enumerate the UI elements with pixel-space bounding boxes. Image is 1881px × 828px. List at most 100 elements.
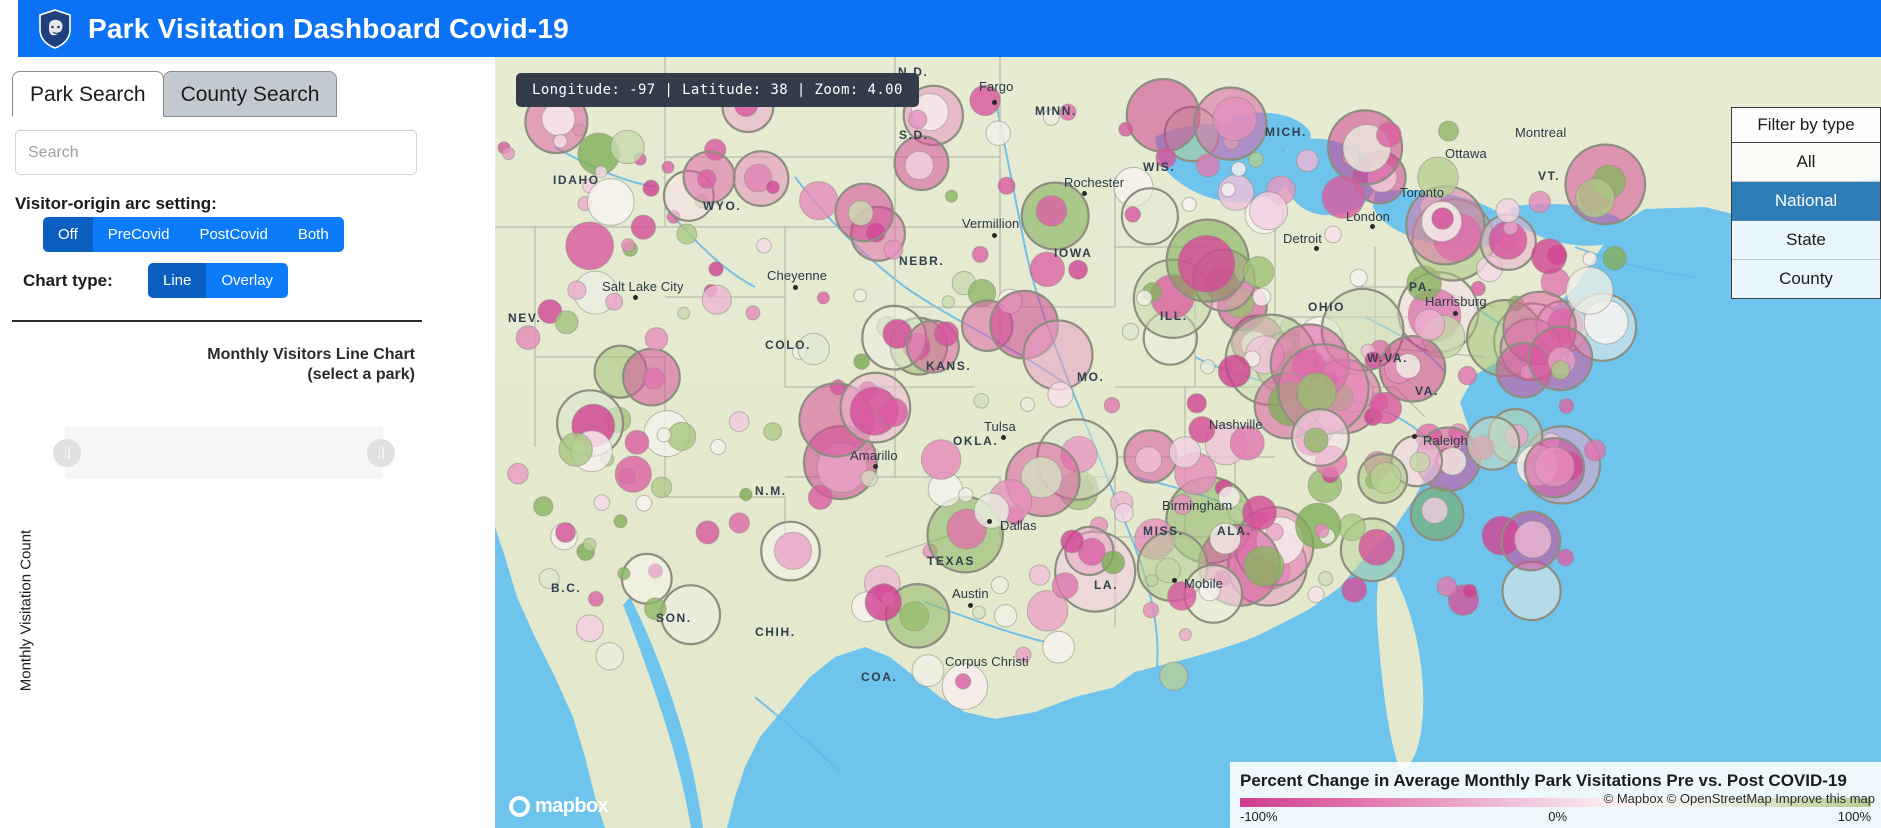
- map-park-bubble[interactable]: [1437, 577, 1457, 597]
- map-park-bubble[interactable]: [606, 293, 623, 310]
- map-park-bubble[interactable]: [757, 238, 772, 253]
- map-park-bubble[interactable]: [905, 151, 933, 179]
- map-park-bubble[interactable]: [588, 179, 635, 226]
- map-park-bubble[interactable]: [1515, 521, 1552, 558]
- map-park-bubble[interactable]: [991, 577, 1008, 594]
- map-park-bubble[interactable]: [1557, 549, 1573, 565]
- map-park-bubble[interactable]: [973, 606, 986, 619]
- map-park-bubble[interactable]: [1414, 309, 1445, 340]
- map-park-bubble[interactable]: [622, 239, 635, 252]
- map-park-bubble[interactable]: [589, 592, 604, 607]
- map-park-bubble[interactable]: [709, 262, 723, 276]
- map-park-bubble[interactable]: [1566, 267, 1613, 314]
- map-park-bubble[interactable]: [1043, 109, 1059, 125]
- map-park-bubble[interactable]: [729, 513, 749, 533]
- map-park-bubble[interactable]: [1146, 574, 1158, 586]
- map-park-bubble[interactable]: [1156, 558, 1181, 583]
- filter-option-all[interactable]: All: [1732, 143, 1880, 182]
- map-park-bubble[interactable]: [1297, 373, 1336, 412]
- map-park-bubble[interactable]: [1069, 260, 1088, 279]
- map-park-bubble[interactable]: [1531, 239, 1566, 274]
- map-park-bubble[interactable]: [555, 311, 578, 334]
- map-park-bubble[interactable]: [884, 240, 903, 259]
- map-park-bubble[interactable]: [1213, 97, 1257, 141]
- map-park-bubble[interactable]: [1308, 587, 1324, 603]
- map-park-bubble[interactable]: [1160, 662, 1188, 690]
- map-park-bubble[interactable]: [702, 285, 731, 314]
- map-park-bubble[interactable]: [817, 292, 829, 304]
- map-park-bubble[interactable]: [854, 354, 869, 369]
- map-park-bubble[interactable]: [636, 495, 652, 511]
- map-park-bubble[interactable]: [1210, 523, 1241, 554]
- map-park-bubble[interactable]: [1439, 121, 1459, 141]
- map-park-bubble[interactable]: [1603, 247, 1626, 270]
- map-park-bubble[interactable]: [657, 428, 671, 442]
- map-park-bubble[interactable]: [1359, 529, 1395, 565]
- map-park-bubble[interactable]: [959, 488, 973, 502]
- map-park-bubble[interactable]: [956, 674, 971, 689]
- map-park-bubble[interactable]: [696, 521, 719, 544]
- map-park-bubble[interactable]: [711, 439, 726, 454]
- map-park-bubble[interactable]: [1463, 584, 1477, 598]
- map-park-bubble[interactable]: [1036, 196, 1067, 227]
- map-park-bubble[interactable]: [774, 532, 811, 569]
- map-park-bubble[interactable]: [1535, 447, 1575, 487]
- map-park-bubble[interactable]: [740, 488, 752, 500]
- map-park-bubble[interactable]: [677, 224, 697, 244]
- map-park-bubble[interactable]: [1370, 392, 1401, 423]
- map-park-bubble[interactable]: [1322, 176, 1364, 218]
- map-park-bubble[interactable]: [595, 166, 607, 178]
- map-park-bubble[interactable]: [1178, 236, 1235, 293]
- map-park-bubble[interactable]: [1325, 226, 1342, 243]
- map-park-bubble[interactable]: [1060, 104, 1076, 120]
- map-park-bubble[interactable]: [808, 485, 832, 509]
- filter-option-county[interactable]: County: [1732, 260, 1880, 298]
- map-park-bubble[interactable]: [1104, 398, 1119, 413]
- search-input[interactable]: [15, 130, 417, 175]
- map-park-bubble[interactable]: [618, 567, 630, 579]
- map-park-bubble[interactable]: [516, 326, 540, 350]
- filter-option-state[interactable]: State: [1732, 221, 1880, 260]
- map-park-bubble[interactable]: [1102, 551, 1125, 574]
- map-park-bubble[interactable]: [946, 190, 958, 202]
- map-park-bubble[interactable]: [934, 322, 958, 346]
- map-park-bubble[interactable]: [645, 328, 668, 351]
- map-park-bubble[interactable]: [1243, 257, 1274, 288]
- map-park-bubble[interactable]: [554, 135, 568, 149]
- map-park-bubble[interactable]: [1218, 486, 1240, 508]
- map-park-bubble[interactable]: [1365, 352, 1382, 369]
- map-park-bubble[interactable]: [1422, 497, 1448, 523]
- map-park-bubble[interactable]: [1043, 631, 1075, 663]
- map-park-bubble[interactable]: [880, 398, 908, 426]
- map-park-bubble[interactable]: [583, 538, 596, 551]
- map-park-bubble[interactable]: [1179, 629, 1191, 641]
- arc-option-precovid[interactable]: PreCovid: [93, 217, 185, 252]
- filter-option-national[interactable]: National: [1732, 182, 1880, 221]
- map-park-bubble[interactable]: [1350, 269, 1367, 286]
- map-park-bubble[interactable]: [643, 180, 659, 196]
- map-park-bubble[interactable]: [1551, 361, 1570, 380]
- map-park-bubble[interactable]: [1187, 394, 1206, 413]
- map-park-bubble[interactable]: [1172, 494, 1192, 514]
- map-park-bubble[interactable]: [1370, 462, 1401, 493]
- map-park-bubble[interactable]: [1377, 122, 1402, 147]
- map-park-bubble[interactable]: [678, 307, 690, 319]
- map-park-bubble[interactable]: [1418, 157, 1459, 198]
- map-park-bubble[interactable]: [912, 655, 944, 687]
- map-park-bubble[interactable]: [1199, 580, 1220, 601]
- map-park-bubble[interactable]: [994, 605, 1016, 627]
- map-park-bubble[interactable]: [542, 103, 575, 136]
- map-park-bubble[interactable]: [1030, 252, 1064, 286]
- map-park-bubble[interactable]: [909, 110, 927, 128]
- map-park-bubble[interactable]: [1471, 281, 1485, 295]
- map-park-bubble[interactable]: [865, 584, 901, 620]
- map-park-bubble[interactable]: [800, 182, 838, 220]
- map-park-bubble[interactable]: [662, 161, 674, 173]
- map-park-bubble[interactable]: [900, 602, 929, 631]
- map-park-bubble[interactable]: [854, 289, 867, 302]
- map-park-bubble[interactable]: [1125, 207, 1140, 222]
- arc-option-postcovid[interactable]: PostCovid: [184, 217, 282, 252]
- map-park-bubble[interactable]: [1137, 290, 1152, 305]
- map-park-bubble[interactable]: [1127, 79, 1200, 152]
- map-park-bubble[interactable]: [1230, 426, 1264, 460]
